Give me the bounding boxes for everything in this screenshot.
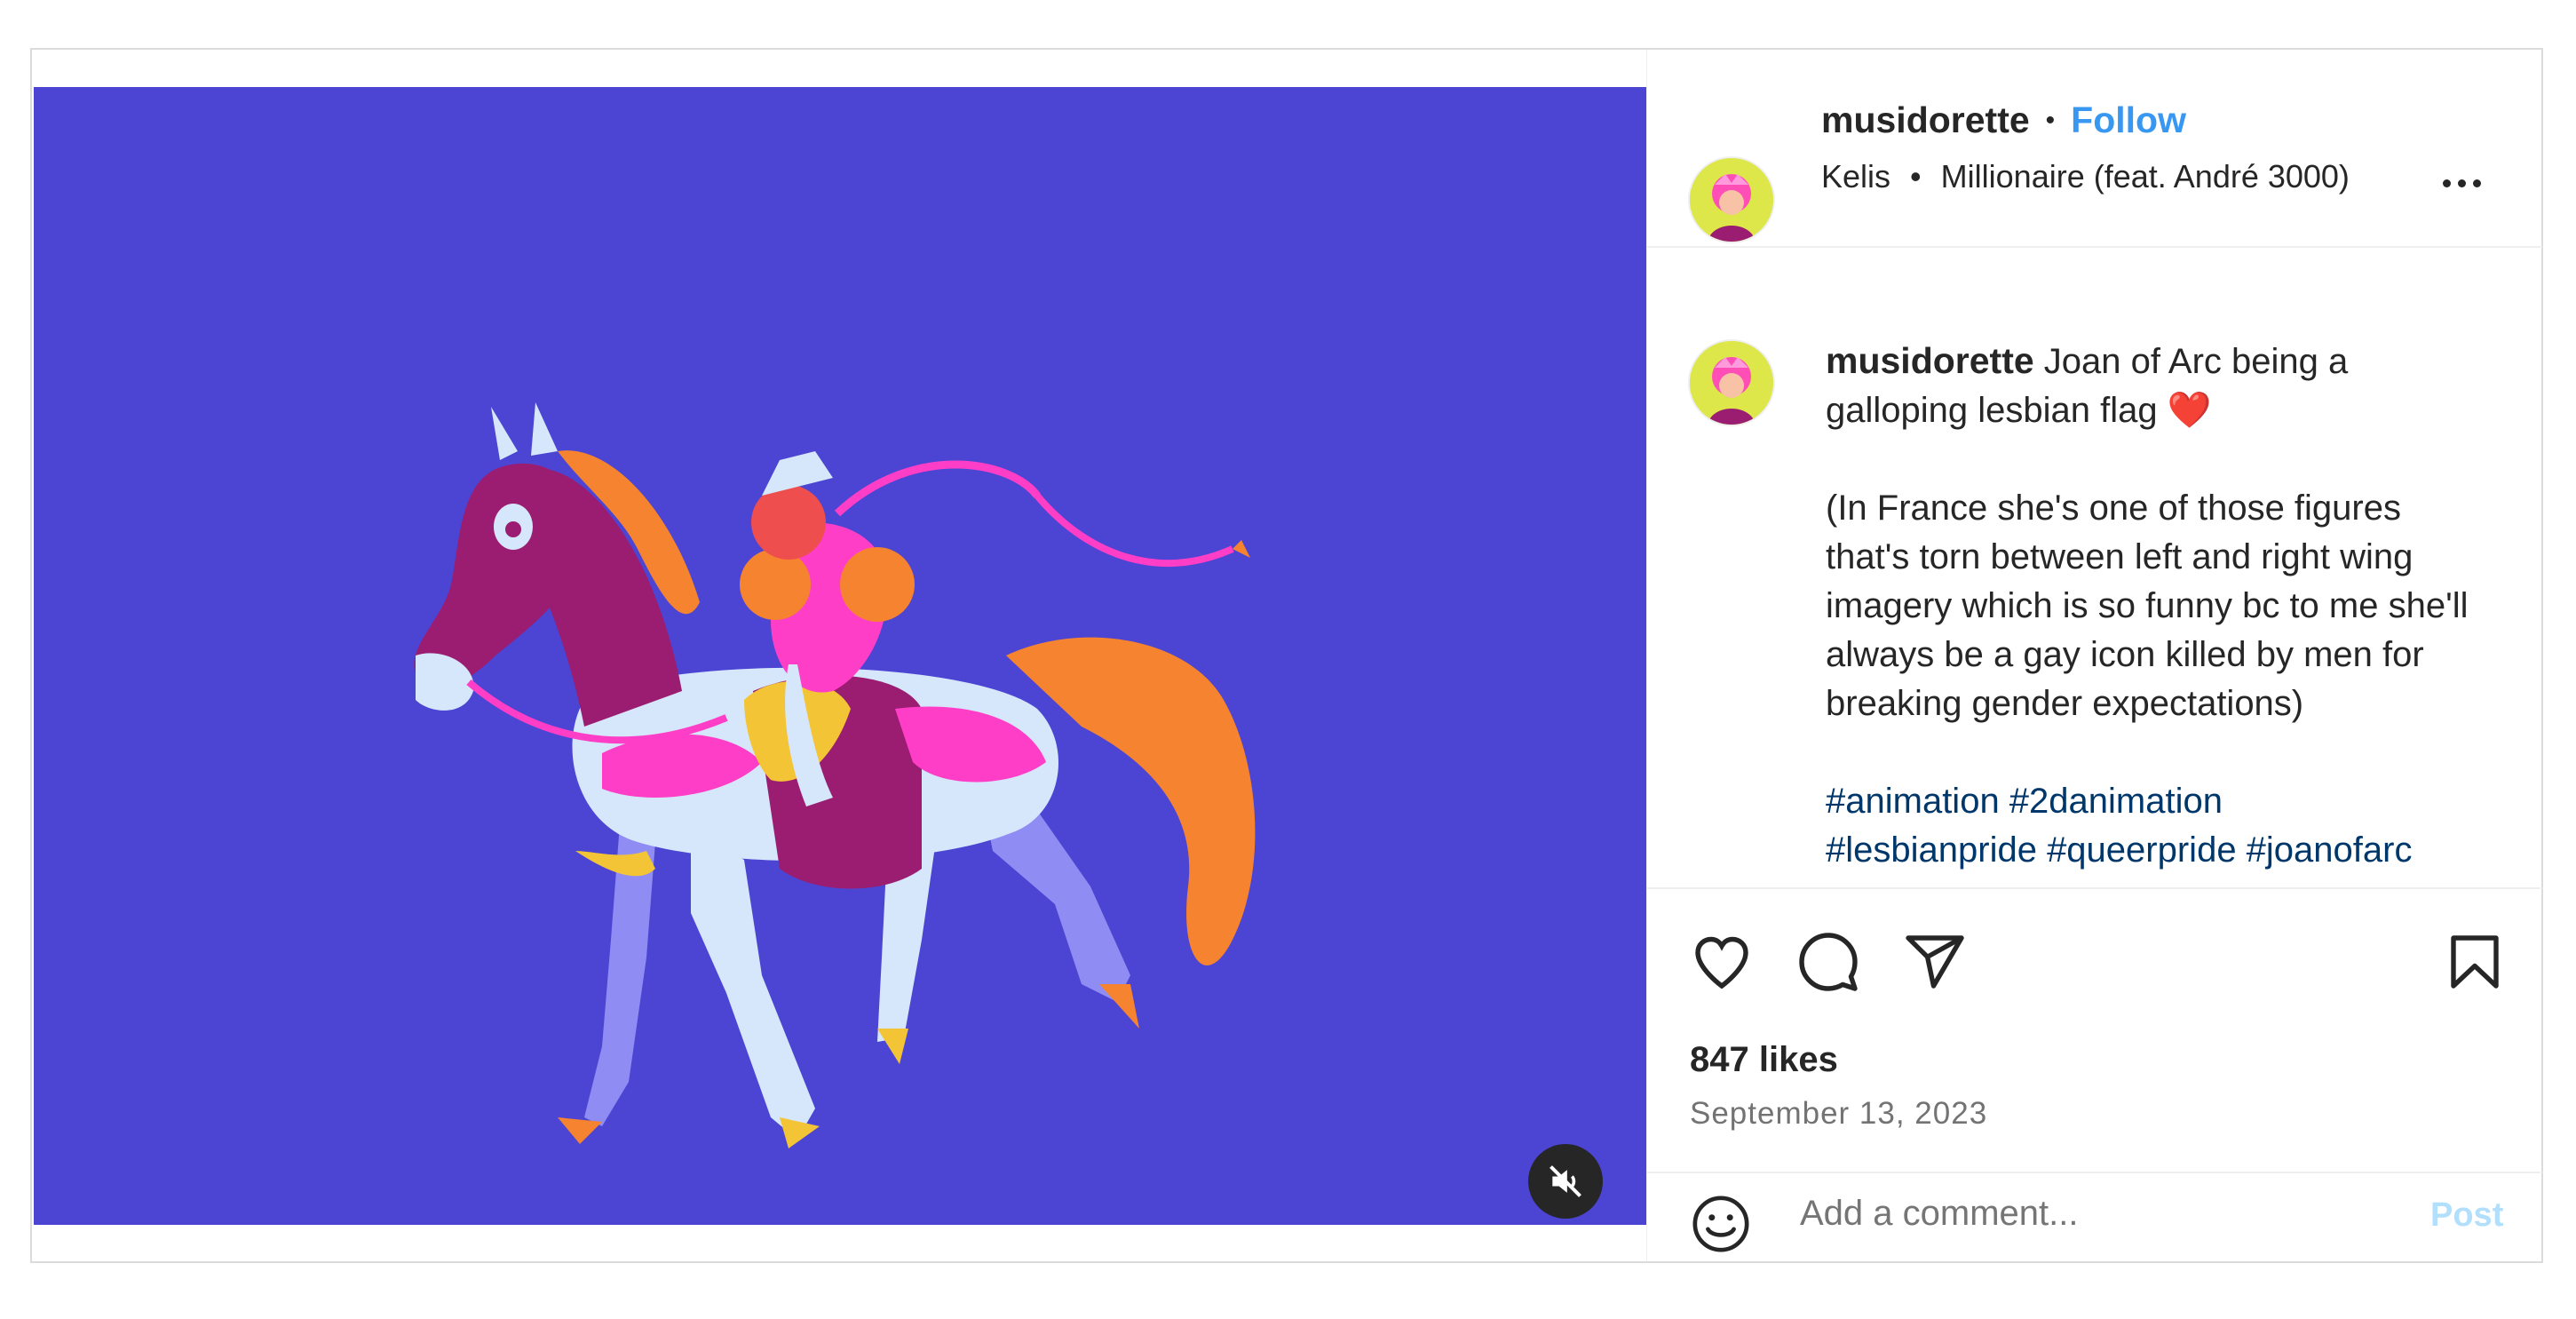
post-caption: musidorette Joan of Arc being a gallopin…	[1826, 337, 2483, 875]
separator-dot: •	[1910, 158, 1922, 195]
comment-bubble-icon[interactable]	[1796, 930, 1860, 994]
follow-button[interactable]: Follow	[2071, 99, 2186, 141]
comment-bar: Post	[1647, 1172, 2542, 1263]
joan-of-arc-horse-illustration	[414, 402, 1256, 1148]
caption-scroll-area[interactable]: musidorette Joan of Arc being a gallopin…	[1647, 248, 2542, 887]
action-bar: 847 likes September 13, 2023	[1647, 887, 2542, 1173]
more-options-icon[interactable]	[2443, 179, 2481, 187]
hashtags-line-1[interactable]: #animation #2danimation	[1826, 782, 2223, 821]
audio-track: Millionaire (feat. André 3000)	[1940, 158, 2350, 195]
smiley-icon[interactable]	[1690, 1193, 1752, 1255]
mute-toggle-button[interactable]	[1528, 1144, 1603, 1219]
post-sidebar: musidorette • Follow Kelis • Millionaire…	[1646, 50, 2542, 1261]
heart-icon[interactable]	[1690, 930, 1754, 994]
separator-dot: •	[2045, 105, 2056, 135]
caption-avatar[interactable]	[1688, 339, 1775, 426]
avatar-image	[1690, 341, 1773, 425]
bookmark-icon[interactable]	[2443, 930, 2507, 994]
post-comment-button[interactable]: Post	[2430, 1196, 2503, 1235]
post-video[interactable]	[34, 87, 1646, 1225]
audio-attribution[interactable]: Kelis • Millionaire (feat. André 3000)	[1821, 158, 2350, 195]
audio-artist: Kelis	[1821, 158, 1891, 195]
caption-username[interactable]: musidorette	[1826, 340, 2034, 381]
avatar[interactable]	[1688, 156, 1775, 243]
instagram-post: musidorette • Follow Kelis • Millionaire…	[30, 48, 2543, 1263]
hashtags-line-2[interactable]: #lesbianpride #queerpride #joanofarc	[1826, 830, 2412, 870]
avatar-image	[1690, 158, 1773, 242]
post-date[interactable]: September 13, 2023	[1690, 1096, 1987, 1132]
like-count[interactable]: 847 likes	[1690, 1040, 1838, 1080]
paper-plane-icon[interactable]	[1903, 930, 1967, 994]
username-link[interactable]: musidorette	[1821, 99, 2030, 141]
heart-emoji: ❤️	[2167, 391, 2212, 430]
caption-paragraph: (In France she's one of those figures th…	[1826, 489, 2469, 723]
post-header: musidorette • Follow Kelis • Millionaire…	[1647, 50, 2542, 248]
header-title-row: musidorette • Follow	[1821, 99, 2186, 141]
muted-speaker-icon	[1550, 1165, 1581, 1197]
comment-input[interactable]	[1798, 1193, 2334, 1235]
